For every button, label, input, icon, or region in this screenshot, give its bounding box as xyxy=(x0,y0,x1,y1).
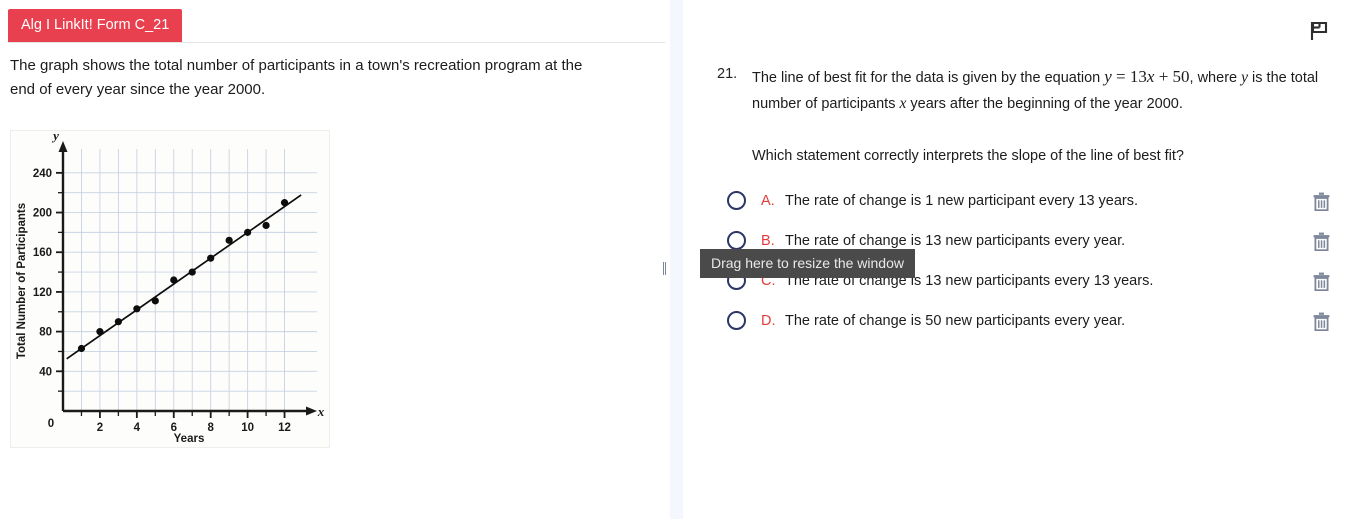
trash-icon[interactable] xyxy=(1313,312,1330,332)
axis-tick-labels: 40801201602002402 4 6 8 10 12 xyxy=(33,168,291,434)
question-prompt: Which statement correctly interprets the… xyxy=(752,148,1184,164)
y-axis-title: Total Number of Participants xyxy=(16,203,28,359)
x-tick-label: 12 xyxy=(278,422,291,434)
origin-label: 0 xyxy=(48,418,54,430)
data-point xyxy=(133,305,141,313)
panel-splitter[interactable] xyxy=(670,0,683,519)
option-radio[interactable] xyxy=(727,231,746,250)
y-tick-label: 40 xyxy=(39,366,52,378)
option-radio[interactable] xyxy=(727,311,746,330)
trash-icon[interactable] xyxy=(1313,192,1330,212)
data-point xyxy=(188,268,196,276)
data-point xyxy=(96,328,104,336)
option-text: The rate of change is 50 new participant… xyxy=(785,313,1126,329)
data-point xyxy=(151,297,159,305)
option-text: The rate of change is 1 new participant … xyxy=(785,193,1139,209)
drag-grip-icon-left[interactable] xyxy=(663,262,666,275)
chart-svg: y x 40801201602002402 4 6 8 10 12 0 Years Tot… xyxy=(16,131,325,445)
option-letter: A. xyxy=(761,193,775,209)
y-tick-label: 80 xyxy=(39,327,52,339)
data-point xyxy=(170,276,178,284)
resize-tooltip: Drag here to resize the window xyxy=(700,249,915,278)
option-letter: D. xyxy=(761,313,776,329)
data-point xyxy=(77,344,86,353)
option-radio[interactable] xyxy=(727,191,746,210)
option-letter: B. xyxy=(761,233,775,249)
data-point xyxy=(244,228,252,236)
stem-variable-y: y xyxy=(1241,69,1249,86)
stem-text-4: years after the beginning of the year 20… xyxy=(906,95,1183,112)
data-point xyxy=(280,199,289,207)
flag-icon[interactable] xyxy=(1308,20,1330,42)
stem-equation: y = 13x + 50 xyxy=(1104,67,1190,86)
y-tick-label: 200 xyxy=(33,208,52,220)
y-tick-label: 120 xyxy=(33,287,52,299)
stem-text-1: The line of best fit for the data is giv… xyxy=(752,70,1105,86)
svg-text:y: y xyxy=(51,131,59,143)
x-tick-label: 10 xyxy=(241,422,254,434)
x-axis xyxy=(63,406,317,416)
answer-option-a[interactable]: A. The rate of change is 1 new participan… xyxy=(683,182,1355,222)
trash-icon[interactable] xyxy=(1313,272,1330,292)
x-tick-label: 4 xyxy=(134,422,141,434)
badge-divider xyxy=(8,42,665,43)
data-point xyxy=(225,236,233,244)
y-tick-label: 160 xyxy=(33,247,52,259)
option-text: The rate of change is 13 new participant… xyxy=(785,233,1126,249)
stem-text-2: , where xyxy=(1189,70,1242,86)
x-axis-title: Years xyxy=(174,433,205,445)
stimulus-panel: Alg I LinkIt! Form C_21 The graph shows … xyxy=(0,0,670,519)
y-tick-label: 240 xyxy=(33,168,52,180)
stimulus-text: The graph shows the total number of part… xyxy=(10,57,583,99)
chart-ticks xyxy=(56,171,286,418)
trash-icon[interactable] xyxy=(1313,232,1330,252)
svg-text:x: x xyxy=(317,404,325,419)
question-stem: The line of best fit for the data is giv… xyxy=(752,63,1330,116)
chart-grid xyxy=(63,149,317,411)
form-badge: Alg I LinkIt! Form C_21 xyxy=(8,9,183,43)
x-tick-label: 8 xyxy=(207,422,214,434)
data-point xyxy=(207,254,215,262)
data-point xyxy=(262,221,270,230)
x-tick-label: 2 xyxy=(97,422,103,434)
answer-option-d[interactable]: D. The rate of change is 50 new participa… xyxy=(683,302,1355,342)
question-number: 21. xyxy=(717,66,738,82)
participants-scatter-plot: y x 40 80 120 160 200 240 2 4 6 8 10 12 0 Years Tot… xyxy=(10,130,330,448)
data-point xyxy=(114,318,122,326)
assessment-item-window: Alg I LinkIt! Form C_21 The graph shows … xyxy=(0,0,1355,519)
